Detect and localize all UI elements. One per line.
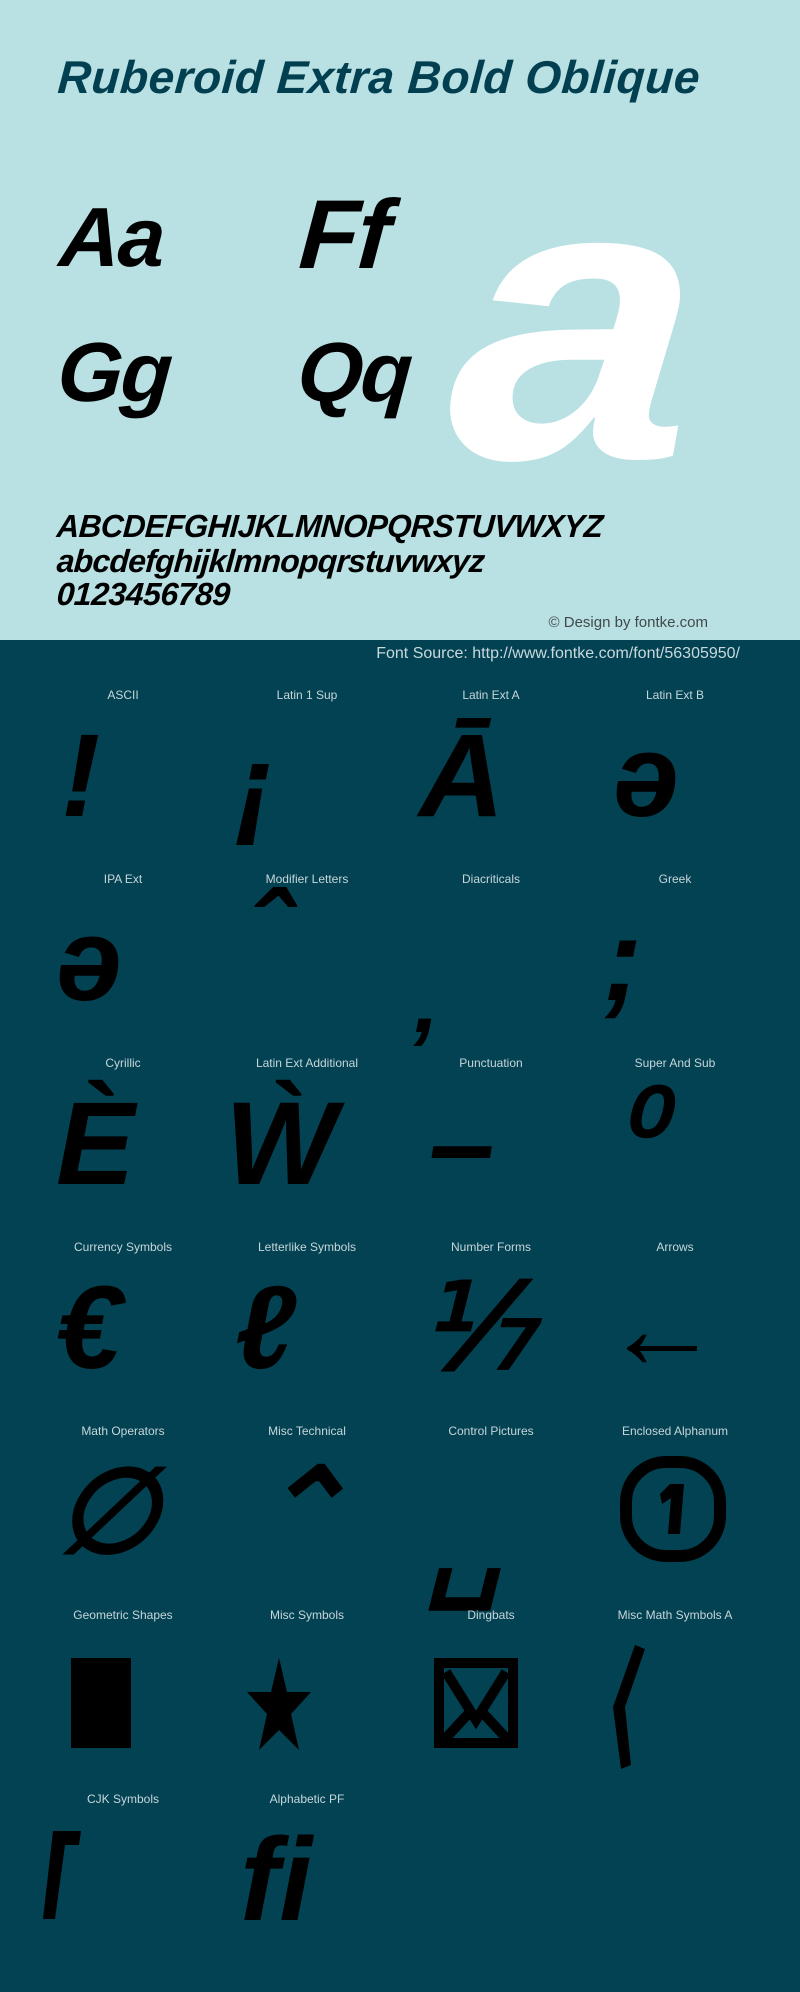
block-glyph: ␣ — [429, 1476, 504, 1608]
digits-sample: 0123456789 — [55, 576, 232, 612]
block-glyph: ə — [56, 894, 122, 1026]
block-glyph: ¡ — [235, 720, 275, 852]
block-cell: Greek ; — [583, 864, 767, 1048]
block-label: Misc Math Symbols A — [617, 1608, 733, 1622]
block-label: Geometric Shapes — [73, 1608, 173, 1622]
block-cell: Arrows ← — [583, 1232, 767, 1416]
block-cell: Alphabetic PF ﬁ — [215, 1784, 399, 1968]
font-source-link[interactable]: Font Source: http://www.fontke.com/font/… — [376, 645, 740, 663]
block-cell: Latin Ext A Ā — [399, 680, 583, 864]
block-glyph: ; — [603, 894, 643, 1026]
corner-bracket-icon — [43, 1831, 83, 1919]
sample-pair-qq: Qq — [294, 325, 414, 419]
black-star-icon — [247, 1658, 311, 1750]
block-cell: Dingbats — [399, 1600, 583, 1784]
lowercase-sample: abcdefghijklmnopqrstuvwxyz — [55, 543, 486, 579]
block-glyph: € — [56, 1262, 122, 1394]
block-label: ASCII — [107, 688, 139, 702]
block-glyph: ə — [613, 710, 679, 842]
uppercase-sample: ABCDEFGHIJKLMNOPQRSTUVWXYZ — [55, 508, 604, 544]
block-cell: Letterlike Symbols ℓ — [215, 1232, 399, 1416]
block-label: Latin 1 Sup — [276, 688, 338, 702]
design-credit: © Design by fontke.com — [548, 614, 708, 631]
block-cell: IPA Ext ə — [31, 864, 215, 1048]
block-cell: Enclosed Alphanum — [583, 1416, 767, 1600]
block-cell: ASCII ! — [31, 680, 215, 864]
sample-pair-gg: Gg — [54, 325, 174, 419]
block-label: Enclosed Alphanum — [621, 1424, 729, 1438]
block-cell: Misc Technical ⌃ — [215, 1416, 399, 1600]
block-cell: Misc Symbols — [215, 1600, 399, 1784]
block-label: CJK Symbols — [86, 1792, 160, 1806]
block-cell: Cyrillic È — [31, 1048, 215, 1232]
block-label: Dingbats — [467, 1608, 515, 1622]
black-square-icon — [71, 1658, 131, 1748]
block-cell: Super And Sub ⁰ — [583, 1048, 767, 1232]
block-cell: Math Operators ∅ — [31, 1416, 215, 1600]
angle-bracket-icon — [613, 1645, 649, 1769]
block-glyph: ! — [61, 710, 101, 842]
block-cell: Latin Ext B ə — [583, 680, 767, 864]
arrow-left-icon: ← — [603, 1262, 721, 1394]
block-glyph: ⁰ — [613, 1068, 661, 1200]
block-cell: Control Pictures ␣ — [399, 1416, 583, 1608]
block-glyph: ∅ — [56, 1446, 159, 1578]
big-glyph: a — [437, 96, 706, 543]
block-label: Control Pictures — [448, 1424, 534, 1438]
block-label: Modifier Letters — [265, 872, 349, 886]
block-cell: Diacriticals , — [399, 864, 583, 1052]
block-glyph: ﬁ — [240, 1814, 313, 1946]
block-cell: Misc Math Symbols A — [583, 1600, 767, 1784]
block-cell: Number Forms ⅐ — [399, 1232, 583, 1416]
block-cell: Geometric Shapes — [31, 1600, 215, 1784]
block-cell: CJK Symbols — [31, 1784, 215, 1968]
block-glyph: È — [56, 1078, 135, 1210]
preview-panel: Ruberoid Extra Bold Oblique Aa Ff Gg Qq … — [0, 0, 800, 640]
sample-pair-ff: Ff — [296, 179, 393, 289]
envelope-icon — [434, 1658, 518, 1748]
block-label: Super And Sub — [634, 1056, 716, 1070]
block-glyph: Ẁ — [225, 1078, 337, 1210]
block-glyph: – — [429, 1078, 495, 1210]
block-cell: Currency Symbols € — [31, 1232, 215, 1416]
block-label: Misc Symbols — [269, 1608, 344, 1622]
sample-pair-aa: Aa — [56, 190, 167, 284]
block-glyph: ℓ — [235, 1262, 296, 1394]
block-glyph: , — [414, 952, 440, 1052]
block-glyph: ⅐ — [419, 1262, 534, 1394]
block-glyph: ˆ — [250, 869, 290, 1001]
block-cell: Latin 1 Sup ¡ — [215, 680, 399, 864]
block-glyph: ⌃ — [250, 1446, 349, 1578]
block-glyph: Ā — [419, 710, 505, 842]
block-cell: Modifier Letters ˆ — [215, 864, 399, 1048]
block-cell: Latin Ext Additional Ẁ — [215, 1048, 399, 1232]
block-cell: Punctuation – — [399, 1048, 583, 1232]
circled-one-icon — [618, 1454, 728, 1564]
block-label: Diacriticals — [461, 872, 520, 886]
